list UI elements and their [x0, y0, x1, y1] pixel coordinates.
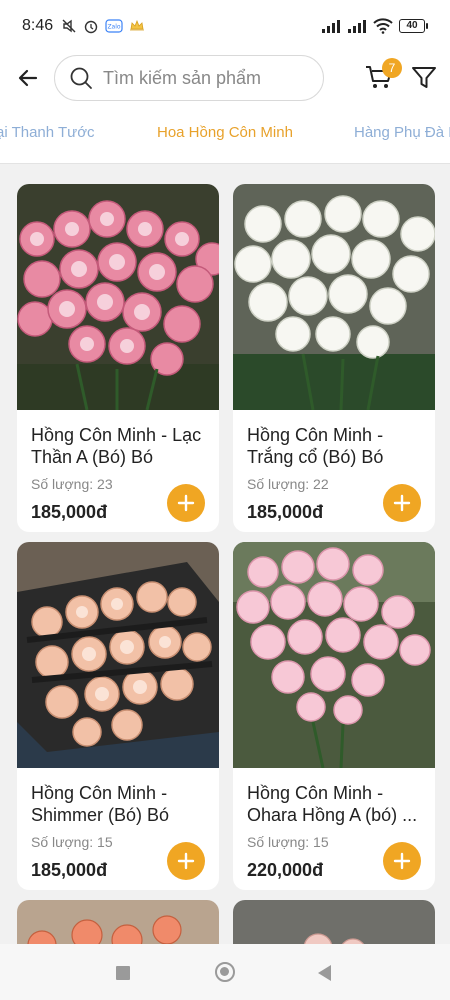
- add-to-cart-button[interactable]: [383, 842, 421, 880]
- product-quantity: Số lượng: 23: [31, 476, 113, 492]
- product-title: Hồng Côn Minh - Ohara Hồng A (bó) ...: [247, 783, 418, 825]
- tab-hang-phu-da-lat[interactable]: Hàng Phụ Đà L: [354, 124, 450, 141]
- product-card-partial[interactable]: [17, 900, 219, 944]
- system-back-button[interactable]: [318, 965, 331, 981]
- product-image: [233, 542, 435, 768]
- zalo-icon: Zalo: [105, 19, 123, 33]
- product-price: 185,000đ: [31, 502, 108, 522]
- tab-hoa-hong-con-minh[interactable]: Hoa Hồng Côn Minh: [157, 124, 293, 141]
- product-price: 185,000đ: [31, 860, 108, 880]
- back-button[interactable]: [12, 62, 44, 94]
- product-card-partial[interactable]: [233, 900, 435, 944]
- product-image: [233, 900, 435, 944]
- plus-icon: [393, 494, 411, 512]
- mute-icon: [62, 19, 76, 33]
- status-time: 8:46: [22, 17, 54, 34]
- add-to-cart-button[interactable]: [167, 484, 205, 522]
- status-left: 8:46 Zalo: [22, 17, 145, 35]
- search-box[interactable]: [54, 55, 324, 101]
- cart-button[interactable]: 7: [364, 58, 402, 94]
- filter-icon: [412, 67, 436, 88]
- tab-dai-thanh-tuoc[interactable]: ại Thanh Tước: [0, 124, 95, 141]
- status-bar: 8:46 Zalo 40: [0, 0, 450, 52]
- svg-text:Zalo: Zalo: [108, 24, 121, 31]
- product-card[interactable]: Hồng Côn Minh - Lạc Thần A (Bó) Bó Số lư…: [17, 184, 219, 532]
- filter-button[interactable]: [410, 64, 438, 92]
- system-nav-bar: [0, 944, 450, 1000]
- status-right: 40: [321, 18, 428, 34]
- arrow-left-icon: [18, 69, 38, 87]
- add-to-cart-button[interactable]: [167, 842, 205, 880]
- product-image: [17, 184, 219, 410]
- wifi-icon: [373, 18, 393, 34]
- battery-level: 40: [399, 19, 425, 33]
- product-price: 185,000đ: [247, 502, 324, 522]
- product-card[interactable]: Hồng Côn Minh - Shimmer (Bó) Bó Số lượng…: [17, 542, 219, 890]
- recents-button[interactable]: [116, 966, 130, 980]
- cart-badge: 7: [382, 58, 402, 78]
- add-to-cart-button[interactable]: [383, 484, 421, 522]
- product-title: Hồng Côn Minh - Trắng cổ (Bó) Bó: [247, 425, 384, 467]
- product-title: Hồng Côn Minh - Lạc Thần A (Bó) Bó: [31, 425, 202, 467]
- product-price: 220,000đ: [247, 860, 324, 880]
- product-card[interactable]: Hồng Côn Minh - Trắng cổ (Bó) Bó Số lượn…: [233, 184, 435, 532]
- product-image: [17, 542, 219, 768]
- product-image: [17, 900, 219, 944]
- battery-icon: 40: [399, 19, 428, 33]
- product-image: [233, 184, 435, 410]
- product-quantity: Số lượng: 15: [247, 834, 329, 850]
- search-input[interactable]: [103, 67, 303, 89]
- product-quantity: Số lượng: 22: [247, 476, 329, 492]
- plus-icon: [177, 494, 195, 512]
- header: 7: [0, 52, 450, 104]
- plus-icon: [177, 852, 195, 870]
- signal-icon: [348, 20, 366, 33]
- product-quantity: Số lượng: 15: [31, 834, 113, 850]
- product-title: Hồng Côn Minh - Shimmer (Bó) Bó: [31, 783, 170, 825]
- category-tabs: ại Thanh Tước Hoa Hồng Côn Minh Hàng Phụ…: [0, 104, 450, 164]
- product-card[interactable]: Hồng Côn Minh - Ohara Hồng A (bó) ... Số…: [233, 542, 435, 890]
- crown-icon: [130, 20, 145, 31]
- search-icon: [70, 67, 92, 89]
- status-icons: Zalo: [61, 18, 145, 34]
- signal-icon: [322, 20, 340, 33]
- home-button[interactable]: [215, 962, 235, 982]
- product-grid: Hồng Côn Minh - Lạc Thần A (Bó) Bó Số lư…: [0, 184, 450, 944]
- alarm-icon: [84, 20, 98, 34]
- plus-icon: [393, 852, 411, 870]
